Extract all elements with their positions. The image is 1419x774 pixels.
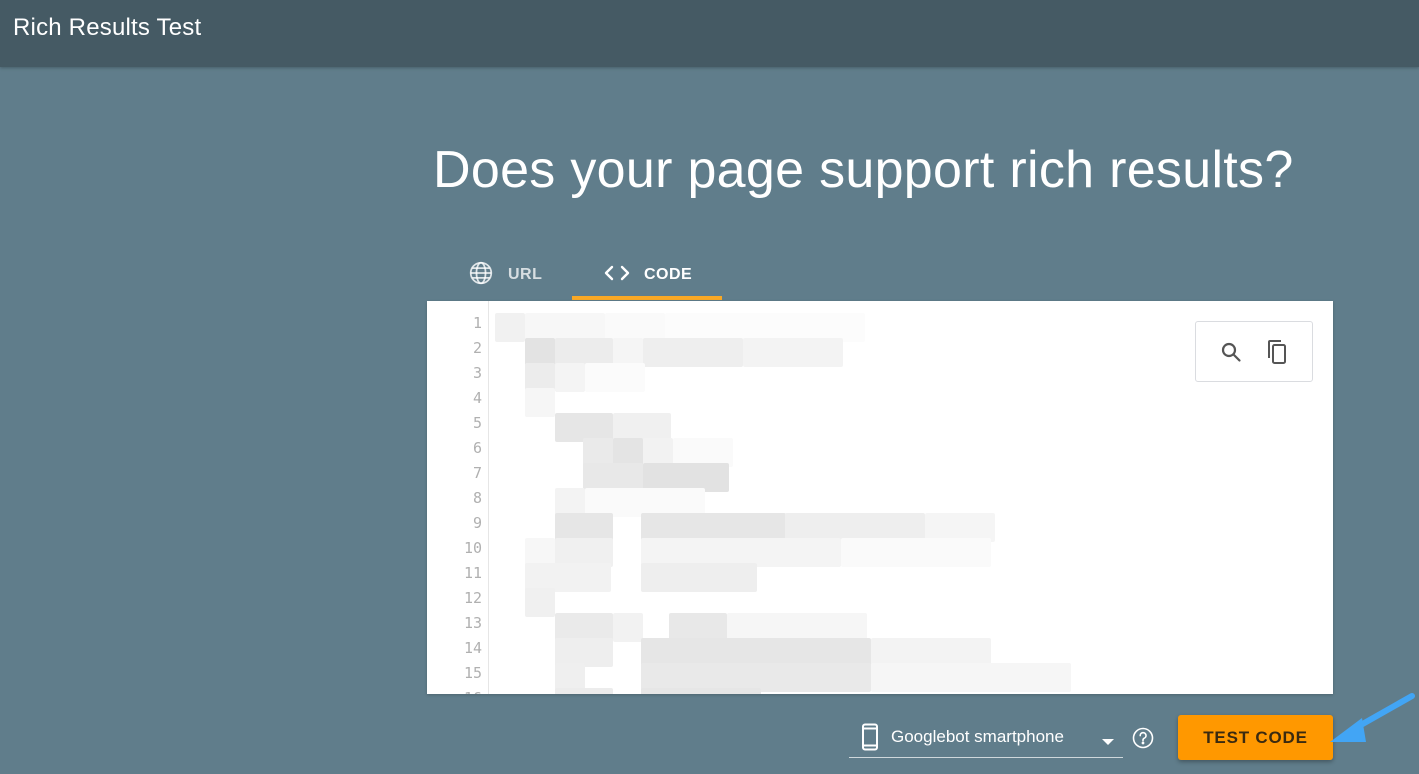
editor-toolbar: [1195, 321, 1313, 382]
code-editor[interactable]: 12345678910111213141516: [427, 301, 1333, 694]
line-number: 8: [472, 489, 482, 507]
line-number: 12: [463, 589, 482, 607]
line-number: 15: [463, 664, 482, 682]
active-tab-indicator: [572, 296, 722, 300]
line-number: 3: [472, 364, 482, 382]
smartphone-icon: [861, 723, 879, 751]
obscured-code-segment: [613, 613, 643, 642]
obscured-code-segment: [495, 313, 525, 342]
tab-code[interactable]: CODE: [572, 250, 722, 300]
obscured-code-segment: [641, 688, 761, 694]
line-number: 2: [472, 339, 482, 357]
test-code-button[interactable]: TEST CODE: [1178, 715, 1333, 760]
obscured-code-segment: [525, 388, 555, 417]
dropdown-arrow-icon: [1101, 733, 1115, 751]
obscured-code-segment: [555, 688, 613, 694]
line-number: 1: [472, 314, 482, 332]
obscured-code-segment: [585, 363, 645, 392]
line-number: 9: [472, 514, 482, 532]
line-number: 10: [463, 539, 482, 557]
user-agent-select[interactable]: Googlebot smartphone: [849, 716, 1123, 758]
line-number: 14: [463, 639, 482, 657]
line-number: 11: [463, 564, 482, 582]
obscured-code-segment: [841, 538, 991, 567]
line-number: 4: [472, 389, 482, 407]
line-number: 7: [472, 464, 482, 482]
line-number-gutter: 12345678910111213141516: [427, 301, 489, 694]
obscured-code-segment: [871, 663, 1071, 692]
top-app-bar: Rich Results Test: [0, 0, 1419, 67]
obscured-code-segment: [641, 563, 757, 592]
tab-url[interactable]: URL: [468, 250, 572, 300]
user-agent-value: Googlebot smartphone: [891, 726, 1064, 746]
line-number: 16: [442, 686, 482, 694]
copy-icon[interactable]: [1263, 338, 1291, 366]
obscured-code-segment: [743, 338, 843, 367]
search-icon[interactable]: [1217, 338, 1245, 366]
page-headline: Does your page support rich results?: [433, 141, 1294, 199]
obscured-code-segment: [643, 338, 743, 367]
line-number: 13: [463, 614, 482, 632]
line-number: 6: [472, 439, 482, 457]
app-title: Rich Results Test: [13, 14, 202, 41]
obscured-code-segment: [555, 363, 585, 392]
help-circle-icon[interactable]: [1132, 727, 1154, 749]
globe-icon: [468, 260, 494, 291]
line-number: 5: [472, 414, 482, 432]
tab-url-label: URL: [508, 266, 543, 283]
obscured-code-segment: [525, 588, 555, 617]
code-brackets-icon: [604, 263, 630, 288]
tab-code-label: CODE: [644, 266, 693, 283]
